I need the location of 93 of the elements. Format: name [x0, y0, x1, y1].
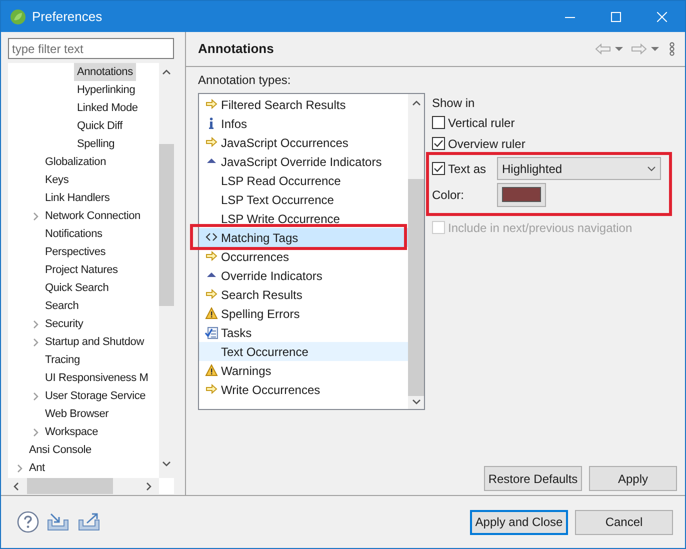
- warning-icon: [205, 364, 218, 377]
- scroll-thumb[interactable]: [159, 144, 174, 306]
- scroll-up-icon[interactable]: [162, 69, 171, 75]
- list-item[interactable]: Infos: [199, 114, 408, 133]
- restore-defaults-button[interactable]: Restore Defaults: [484, 466, 582, 491]
- checkbox-label: Text as: [448, 160, 488, 178]
- maximize-icon: [611, 12, 621, 22]
- tree-item[interactable]: Quick Diff: [74, 117, 126, 135]
- scroll-bar[interactable]: [408, 94, 424, 409]
- tree-item[interactable]: Search: [42, 297, 82, 315]
- tree-item[interactable]: Project Natures: [42, 261, 121, 279]
- list-item[interactable]: Text Occurrence: [199, 342, 408, 361]
- arrow-icon: [205, 98, 218, 111]
- scroll-thumb[interactable]: [408, 179, 424, 396]
- list-item[interactable]: LSP Text Occurrence: [199, 190, 408, 209]
- export-icon[interactable]: [78, 512, 100, 532]
- annotation-types-label: Annotation types:: [198, 73, 292, 88]
- tree-item[interactable]: Ansi Console: [26, 441, 94, 459]
- tree-item[interactable]: Workspace: [42, 423, 102, 441]
- app-logo-icon: [10, 8, 26, 24]
- color-label: Color:: [432, 186, 466, 204]
- tree-item[interactable]: Tracing: [42, 351, 83, 369]
- dropdown-arrow-icon[interactable]: [651, 46, 659, 52]
- list-item[interactable]: Tasks: [199, 323, 408, 342]
- apply-button[interactable]: Apply: [589, 466, 677, 491]
- forward-icon[interactable]: [631, 43, 647, 55]
- dropdown-arrow-icon[interactable]: [615, 46, 623, 52]
- checkbox-label: Include in next/previous navigation: [448, 220, 632, 236]
- checkbox-label: Vertical ruler: [448, 114, 515, 132]
- expand-chevron-icon[interactable]: [17, 464, 23, 472]
- list-item[interactable]: JavaScript Override Indicators: [199, 152, 408, 171]
- arrow-icon: [205, 288, 218, 301]
- close-icon: [657, 12, 667, 22]
- expand-chevron-icon[interactable]: [33, 212, 39, 220]
- scroll-up-icon[interactable]: [412, 100, 420, 106]
- apply-and-close-button[interactable]: Apply and Close: [470, 510, 568, 534]
- warning-icon: [205, 307, 218, 320]
- checklist-icon: [205, 326, 218, 339]
- list-item[interactable]: JavaScript Occurrences: [199, 133, 408, 152]
- expand-chevron-icon[interactable]: [33, 428, 39, 436]
- back-icon[interactable]: [595, 43, 611, 55]
- list-item[interactable]: Filtered Search Results: [199, 95, 408, 114]
- arrow-icon: [205, 250, 218, 263]
- more-icon[interactable]: [669, 42, 675, 56]
- tree-item[interactable]: Security: [42, 315, 86, 333]
- list-item[interactable]: Warnings: [199, 361, 408, 380]
- list-item[interactable]: Override Indicators: [199, 266, 408, 285]
- tree-item[interactable]: Spelling: [74, 135, 118, 153]
- tree-item[interactable]: Annotations: [74, 63, 136, 81]
- tree-item[interactable]: Hyperlinking: [74, 81, 138, 99]
- show-in-label: Show in: [432, 95, 476, 112]
- list-item[interactable]: LSP Write Occurrence: [199, 209, 408, 228]
- expand-chevron-icon[interactable]: [33, 392, 39, 400]
- list-item[interactable]: Occurrences: [199, 247, 408, 266]
- tree-item[interactable]: Globalization: [42, 153, 109, 171]
- tree-item[interactable]: Perspectives: [42, 243, 109, 261]
- tree-item[interactable]: Ant: [26, 459, 48, 477]
- window-title: Preferences: [32, 8, 102, 26]
- checkbox[interactable]: [432, 116, 445, 129]
- list-item[interactable]: LSP Read Occurrence: [199, 171, 408, 190]
- import-icon[interactable]: [47, 512, 69, 532]
- tree-item[interactable]: Notifications: [42, 225, 106, 243]
- tree-item[interactable]: Startup and Shutdow: [42, 333, 147, 351]
- help-icon[interactable]: [17, 511, 39, 533]
- checkbox[interactable]: [432, 162, 445, 175]
- color-button[interactable]: [497, 182, 546, 206]
- horizontal-scroll-bar[interactable]: [8, 478, 159, 494]
- scroll-down-icon[interactable]: [412, 399, 420, 405]
- list-item[interactable]: Search Results: [199, 285, 408, 304]
- filter-field[interactable]: type filter text: [8, 38, 174, 59]
- cancel-button[interactable]: Cancel: [575, 510, 673, 534]
- page-title: Annotations: [198, 40, 274, 58]
- scroll-down-icon[interactable]: [162, 461, 171, 467]
- list-item[interactable]: Write Occurrences: [199, 380, 408, 399]
- checkbox[interactable]: [432, 137, 445, 150]
- tree-item[interactable]: Linked Mode: [74, 99, 141, 117]
- tree-item[interactable]: UI Responsiveness M: [42, 369, 152, 387]
- arrow-icon: [205, 383, 218, 396]
- tree-item[interactable]: Link Handlers: [42, 189, 113, 207]
- list-item[interactable]: Spelling Errors: [199, 304, 408, 323]
- tree-item[interactable]: Quick Search: [42, 279, 112, 297]
- scroll-left-icon[interactable]: [13, 482, 19, 490]
- tree-item[interactable]: Web Browser: [42, 405, 112, 423]
- expand-chevron-icon[interactable]: [33, 338, 39, 346]
- tree-item[interactable]: Network Connection: [42, 207, 144, 225]
- tree-item[interactable]: Keys: [42, 171, 72, 189]
- scroll-thumb[interactable]: [27, 478, 113, 494]
- checkbox-label: Overview ruler: [448, 136, 526, 152]
- expand-chevron-icon[interactable]: [33, 320, 39, 328]
- style-dropdown[interactable]: Highlighted: [497, 157, 661, 180]
- arrow-icon: [205, 136, 218, 149]
- scroll-right-icon[interactable]: [146, 482, 152, 490]
- tree-item[interactable]: User Storage Service: [42, 387, 149, 405]
